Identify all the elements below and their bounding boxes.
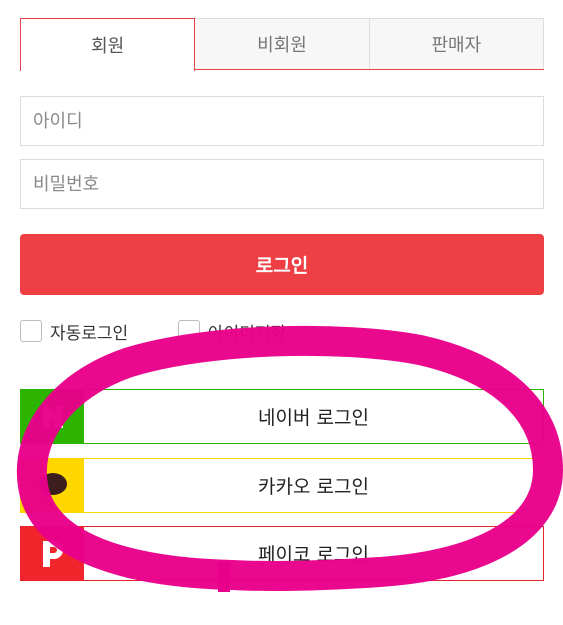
auto-login-label: 자동로그인 [50,323,129,344]
member-type-tabs: 회원 비회원 판매자 [20,18,544,71]
auto-login-option: 자동로그인 [20,318,128,344]
naver-login-button[interactable]: 네이버 로그인 [20,389,544,444]
payco-login-button[interactable]: 페이코 로그인 [20,526,544,581]
tab-member[interactable]: 회원 [20,18,196,71]
save-id-checkbox[interactable] [178,320,200,342]
kakao-login-button[interactable]: 카카오 로그인 [20,458,544,513]
payco-login-label: 페이코 로그인 [258,544,369,566]
save-id-option: 아이디저장 [178,318,286,344]
auto-login-checkbox[interactable] [20,320,42,342]
id-field [20,96,544,146]
password-field [20,159,544,209]
kakao-speech-bubble-icon [21,459,84,512]
login-button[interactable]: 로그인 [20,234,544,295]
password-input[interactable] [21,160,543,208]
id-input[interactable] [21,97,543,145]
tab-non-member[interactable]: 비회원 [195,18,370,69]
naver-n-icon [21,390,84,443]
save-id-label: 아이디저장 [208,323,287,344]
payco-p-icon [21,527,84,580]
naver-login-label: 네이버 로그인 [258,407,369,429]
kakao-login-label: 카카오 로그인 [258,476,369,498]
tab-seller[interactable]: 판매자 [369,18,544,69]
